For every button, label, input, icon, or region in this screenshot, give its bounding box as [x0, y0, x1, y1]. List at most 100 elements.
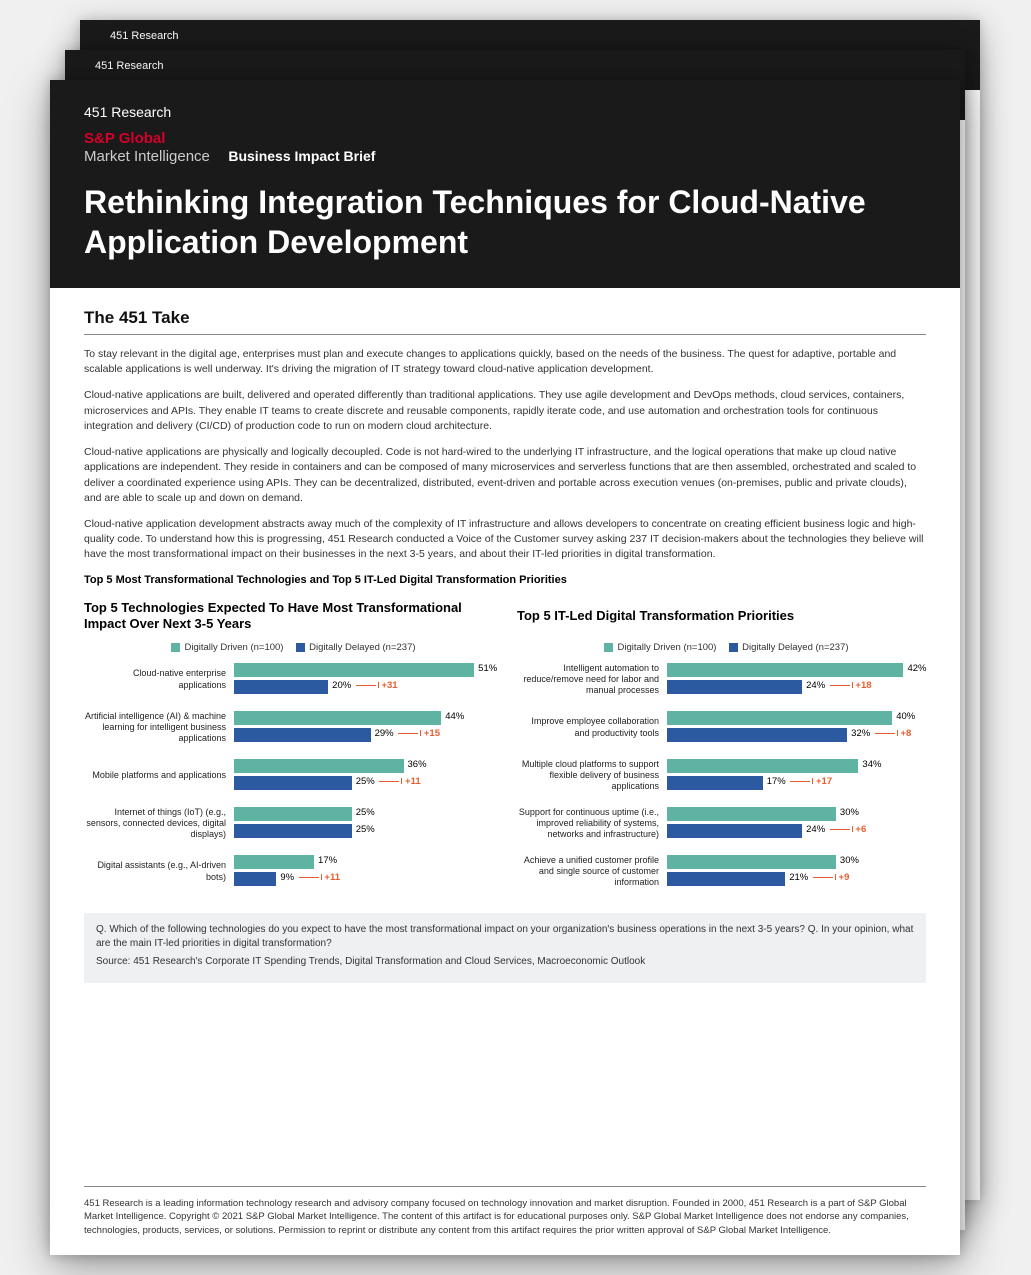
bar-area: 25%25%	[234, 807, 493, 841]
bar-category-label: Intelligent automation to reduce/remove …	[517, 663, 667, 697]
bar-group: Cloud-native enterprise applications51% 2…	[84, 663, 493, 697]
bar-category-label: Multiple cloud platforms to support flex…	[517, 759, 667, 793]
source-text: Source: 451 Research's Corporate IT Spen…	[96, 955, 914, 969]
bar-delayed: 25% +11	[234, 776, 352, 790]
paragraph-3: Cloud-native applications are physically…	[84, 445, 926, 506]
bar-driven-value: 44%	[441, 711, 464, 722]
bar-group: Digital assistants (e.g., AI-driven bots…	[84, 855, 493, 889]
bar-group: Artificial intelligence (AI) & machine l…	[84, 711, 493, 745]
bar-area: 30% 24% +6	[667, 807, 926, 841]
paragraph-4: Cloud-native application development abs…	[84, 517, 926, 563]
chart-left-bars: Cloud-native enterprise applications51% 2…	[84, 663, 493, 889]
bar-category-label: Achieve a unified customer profile and s…	[517, 855, 667, 889]
brand-market-intelligence: Market Intelligence	[84, 148, 210, 165]
question-box: Q. Which of the following technologies d…	[84, 913, 926, 983]
legend-driven-label-r: Digitally Driven (n=100)	[617, 642, 716, 653]
bar-driven: 25%	[234, 807, 352, 821]
bar-delayed-value: 25% +11	[352, 776, 421, 787]
bar-category-label: Support for continuous uptime (i.e., imp…	[517, 807, 667, 841]
bar-area: 36% 25% +11	[234, 759, 493, 793]
chart-right-bars: Intelligent automation to reduce/remove …	[517, 663, 926, 889]
bar-driven: 51%	[234, 663, 474, 677]
chart-right-legend: Digitally Driven (n=100) Digitally Delay…	[517, 642, 926, 653]
bar-delayed-value: 9% +11	[276, 872, 340, 883]
bar-driven-value: 40%	[892, 711, 915, 722]
document-content: The 451 Take To stay relevant in the dig…	[50, 288, 960, 1164]
legend-delayed-label-r: Digitally Delayed (n=237)	[742, 642, 848, 653]
bar-category-label: Digital assistants (e.g., AI-driven bots…	[84, 860, 234, 883]
chart-left: Top 5 Technologies Expected To Have Most…	[84, 600, 493, 903]
bar-delayed: 29% +15	[234, 728, 371, 742]
chart-left-title: Top 5 Technologies Expected To Have Most…	[84, 600, 493, 634]
paragraph-1: To stay relevant in the digital age, ent…	[84, 347, 926, 377]
bar-area: 40% 32% +8	[667, 711, 926, 745]
bar-group: Improve employee collaboration and produ…	[517, 711, 926, 745]
bar-area: 51% 20% +31	[234, 663, 493, 697]
bar-delayed-value: 24% +6	[802, 824, 866, 835]
bar-driven-value: 25%	[352, 807, 375, 818]
paragraph-2: Cloud-native applications are built, del…	[84, 388, 926, 434]
bar-delayed: 24% +6	[667, 824, 802, 838]
legend-driven-label: Digitally Driven (n=100)	[184, 642, 283, 653]
bar-group: Multiple cloud platforms to support flex…	[517, 759, 926, 793]
brand-451: 451 Research	[84, 104, 926, 120]
bar-driven: 36%	[234, 759, 404, 773]
bar-driven: 42%	[667, 663, 903, 677]
bar-delayed-value: 20% +31	[328, 680, 397, 691]
bar-driven: 34%	[667, 759, 858, 773]
bar-group: Achieve a unified customer profile and s…	[517, 855, 926, 889]
bar-driven: 44%	[234, 711, 441, 725]
chart-right-title: Top 5 IT-Led Digital Transformation Prio…	[517, 600, 926, 634]
bar-delayed-value: 32% +8	[847, 728, 911, 739]
bar-group: Mobile platforms and applications36%25% …	[84, 759, 493, 793]
bar-driven: 30%	[667, 807, 836, 821]
bar-driven: 30%	[667, 855, 836, 869]
document-header: 451 Research S&P Global Market Intellige…	[50, 80, 960, 288]
bar-driven-value: 51%	[474, 663, 497, 674]
chart-left-legend: Digitally Driven (n=100) Digitally Delay…	[84, 642, 493, 653]
take-heading: The 451 Take	[84, 308, 926, 335]
bar-category-label: Cloud-native enterprise applications	[84, 668, 234, 691]
brand-451-stack: 451 Research	[110, 30, 950, 42]
bar-delayed: 9% +11	[234, 872, 276, 886]
bar-category-label: Improve employee collaboration and produ…	[517, 716, 667, 739]
charts-row: Top 5 Technologies Expected To Have Most…	[84, 600, 926, 903]
bar-group: Intelligent automation to reduce/remove …	[517, 663, 926, 697]
legend-swatch-delayed	[296, 643, 305, 652]
bar-delayed: 32% +8	[667, 728, 847, 742]
bar-driven-value: 34%	[858, 759, 881, 770]
bar-category-label: Artificial intelligence (AI) & machine l…	[84, 711, 234, 745]
bar-area: 42% 24% +18	[667, 663, 926, 697]
bar-driven-value: 30%	[836, 855, 859, 866]
document-footer: 451 Research is a leading information te…	[84, 1186, 926, 1255]
document-page: 451 Research S&P Global Market Intellige…	[50, 80, 960, 1255]
bar-delayed-value: 17% +17	[763, 776, 832, 787]
bar-category-label: Mobile platforms and applications	[84, 770, 234, 781]
bar-area: 17% 9% +11	[234, 855, 493, 889]
bar-group: Support for continuous uptime (i.e., imp…	[517, 807, 926, 841]
bar-category-label: Internet of things (IoT) (e.g., sensors,…	[84, 807, 234, 841]
question-text: Q. Which of the following technologies d…	[96, 923, 914, 951]
bar-driven-value: 30%	[836, 807, 859, 818]
bar-delayed: 17% +17	[667, 776, 763, 790]
bar-delayed: 20% +31	[234, 680, 328, 694]
bar-delayed: 21% +9	[667, 872, 785, 886]
bar-driven-value: 42%	[903, 663, 926, 674]
brand-spg: S&P Global	[84, 130, 165, 147]
bar-delayed-value: 21% +9	[785, 872, 849, 883]
bar-delayed-value: 25%	[352, 824, 375, 835]
charts-section-label: Top 5 Most Transformational Technologies…	[84, 574, 926, 586]
document-title: Rethinking Integration Techniques for Cl…	[84, 182, 926, 262]
bar-area: 34% 17% +17	[667, 759, 926, 793]
bar-delayed: 24% +18	[667, 680, 802, 694]
bar-driven: 17%	[234, 855, 314, 869]
legend-swatch-delayed-r	[729, 643, 738, 652]
brand-451-stack2: 451 Research	[95, 60, 935, 72]
bar-delayed: 25%	[234, 824, 352, 838]
bar-driven-value: 17%	[314, 855, 337, 866]
bar-driven: 40%	[667, 711, 892, 725]
bar-driven-value: 36%	[404, 759, 427, 770]
bar-delayed-value: 29% +15	[371, 728, 440, 739]
bar-area: 30% 21% +9	[667, 855, 926, 889]
legend-delayed-label: Digitally Delayed (n=237)	[309, 642, 415, 653]
